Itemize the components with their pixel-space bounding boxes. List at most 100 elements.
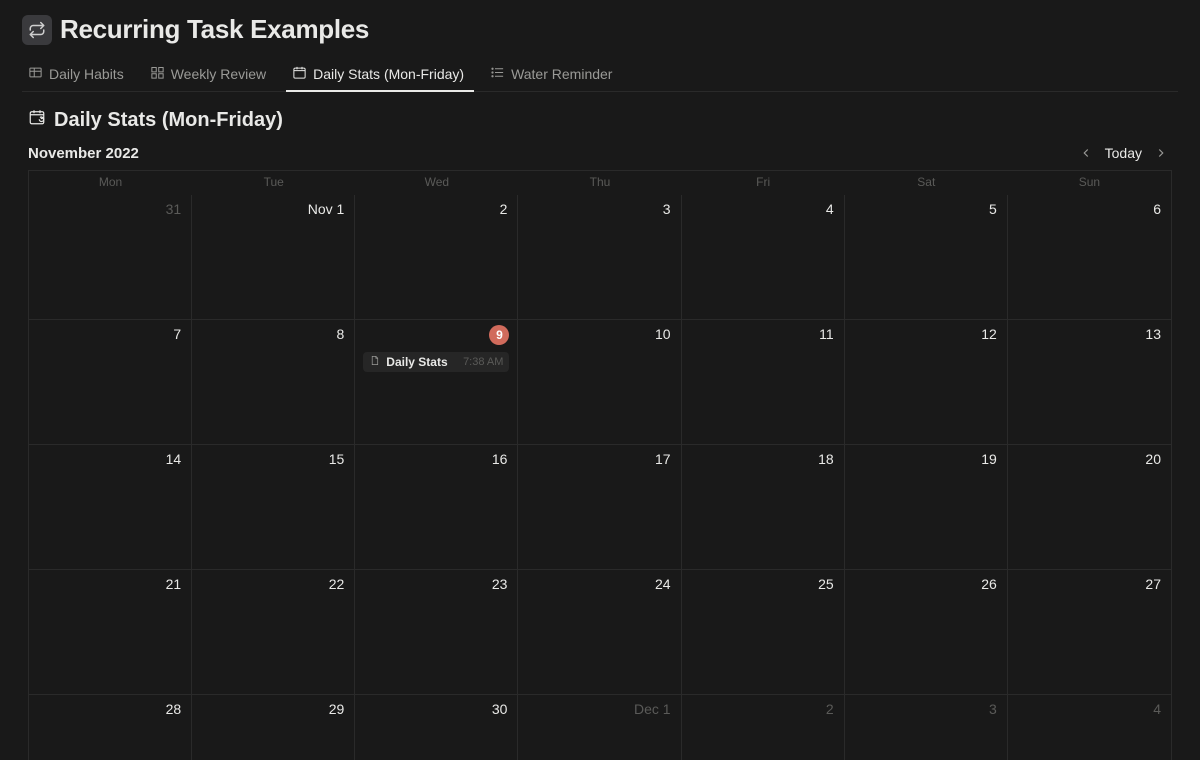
calendar-refresh-icon [28, 108, 46, 132]
tab-daily-habits[interactable]: Daily Habits [22, 59, 134, 91]
today-button[interactable]: Today [1103, 143, 1144, 163]
tab-weekly-review[interactable]: Weekly Review [144, 59, 276, 91]
tab-daily-stats-mon-friday[interactable]: Daily Stats (Mon-Friday) [286, 59, 474, 91]
calendar-cell[interactable]: 3 [518, 195, 681, 320]
calendar-cell[interactable]: 8 [192, 320, 355, 445]
date-label: Nov 1 [308, 201, 345, 217]
calendar-cell[interactable]: 7 [29, 320, 192, 445]
calendar-cell[interactable]: Nov 1 [192, 195, 355, 320]
calendar-week: 7 8 9 Daily Stats7:38 AM 10 11 12 13 [29, 320, 1171, 445]
date-label: 25 [818, 576, 834, 592]
calendar-cell[interactable]: 11 [682, 320, 845, 445]
date-label: 21 [166, 576, 182, 592]
calendar-cell[interactable]: 18 [682, 445, 845, 570]
tab-label: Weekly Review [171, 66, 266, 82]
calendar-cell[interactable]: 6 [1008, 195, 1171, 320]
calendar-cell[interactable]: 30 [355, 695, 518, 760]
page-header: Recurring Task Examples [22, 10, 1178, 55]
date-label: 16 [492, 451, 508, 467]
calendar-cell[interactable]: 10 [518, 320, 681, 445]
page-icon [369, 355, 380, 369]
calendar-weeks: 31Nov 123456789Daily Stats7:38 AM1011121… [29, 195, 1171, 760]
date-label: 30 [492, 701, 508, 717]
date-label: 8 [336, 326, 344, 342]
date-label: 14 [166, 451, 182, 467]
date-label: 19 [981, 451, 997, 467]
date-label: 7 [173, 326, 181, 342]
view-tabs: Daily Habits Weekly Review Daily Stats (Mo… [22, 59, 1178, 92]
dow-label: Fri [682, 171, 845, 195]
calendar-week: 14 15 16 17 18 19 20 [29, 445, 1171, 570]
date-label: 26 [981, 576, 997, 592]
date-label: 20 [1145, 451, 1161, 467]
date-label: 13 [1145, 326, 1161, 342]
calendar-cell[interactable]: 23 [355, 570, 518, 695]
calendar-cell[interactable]: 22 [192, 570, 355, 695]
section-title: Daily Stats (Mon-Friday) [54, 109, 283, 132]
calendar-grid: MonTueWedThuFriSatSun 31Nov 123456789Dai… [28, 170, 1172, 760]
calendar-cell[interactable]: 19 [845, 445, 1008, 570]
next-month-button[interactable] [1150, 142, 1172, 164]
calendar-cell[interactable]: 27 [1008, 570, 1171, 695]
date-label: 5 [989, 201, 997, 217]
table-icon [28, 65, 43, 83]
calendar-cell[interactable]: Dec 1 [518, 695, 681, 760]
calendar-cell[interactable]: 2 [682, 695, 845, 760]
date-label: 4 [826, 201, 834, 217]
event-time: 7:38 AM [463, 356, 503, 368]
list-icon [490, 65, 505, 83]
dow-row: MonTueWedThuFriSatSun [29, 171, 1171, 195]
calendar-cell[interactable]: 5 [845, 195, 1008, 320]
tab-water-reminder[interactable]: Water Reminder [484, 59, 622, 91]
calendar-cell[interactable]: 28 [29, 695, 192, 760]
date-label: 22 [329, 576, 345, 592]
calendar-cell[interactable]: 25 [682, 570, 845, 695]
calendar-cell[interactable]: 29 [192, 695, 355, 760]
calendar-cell[interactable]: 15 [192, 445, 355, 570]
calendar-cell[interactable]: 16 [355, 445, 518, 570]
calendar-toolbar: November 2022 Today [22, 138, 1178, 170]
calendar-cell[interactable]: 14 [29, 445, 192, 570]
calendar-cell[interactable]: 2 [355, 195, 518, 320]
date-label: 3 [663, 201, 671, 217]
calendar-cell[interactable]: 20 [1008, 445, 1171, 570]
date-label: 3 [989, 701, 997, 717]
tab-label: Daily Stats (Mon-Friday) [313, 66, 464, 82]
calendar-cell[interactable]: 26 [845, 570, 1008, 695]
repeat-icon [22, 15, 52, 45]
calendar-cell[interactable]: 4 [1008, 695, 1171, 760]
calendar-cell[interactable]: 21 [29, 570, 192, 695]
date-label: 29 [329, 701, 345, 717]
month-label: November 2022 [28, 145, 139, 162]
date-label: 31 [166, 201, 182, 217]
calendar-cell[interactable]: 24 [518, 570, 681, 695]
calendar-cell[interactable]: 31 [29, 195, 192, 320]
calendar-event[interactable]: Daily Stats7:38 AM [363, 352, 509, 372]
date-label: 11 [819, 326, 834, 342]
dow-label: Sat [845, 171, 1008, 195]
calendar-nav: Today [1075, 142, 1172, 164]
section-header: Daily Stats (Mon-Friday) [22, 92, 1178, 138]
date-label: 28 [166, 701, 182, 717]
calendar-week: 31 Nov 1 2 3 4 5 6 [29, 195, 1171, 320]
calendar-cell[interactable]: 12 [845, 320, 1008, 445]
calendar-week: 21 22 23 24 25 26 27 [29, 570, 1171, 695]
calendar-cell[interactable]: 4 [682, 195, 845, 320]
date-label: 27 [1145, 576, 1161, 592]
calendar-cell[interactable]: 9 Daily Stats7:38 AM [355, 320, 518, 445]
dow-label: Wed [355, 171, 518, 195]
board-icon [150, 65, 165, 83]
calendar-cell[interactable]: 13 [1008, 320, 1171, 445]
dow-label: Mon [29, 171, 192, 195]
page-root: Recurring Task Examples Daily Habits Week… [0, 0, 1200, 760]
date-label: 6 [1153, 201, 1161, 217]
dow-label: Thu [518, 171, 681, 195]
date-label: 12 [981, 326, 997, 342]
date-label: 15 [329, 451, 345, 467]
date-label: 18 [818, 451, 834, 467]
calendar-cell[interactable]: 17 [518, 445, 681, 570]
prev-month-button[interactable] [1075, 142, 1097, 164]
today-badge: 9 [489, 325, 509, 345]
date-label: 24 [655, 576, 671, 592]
calendar-cell[interactable]: 3 [845, 695, 1008, 760]
